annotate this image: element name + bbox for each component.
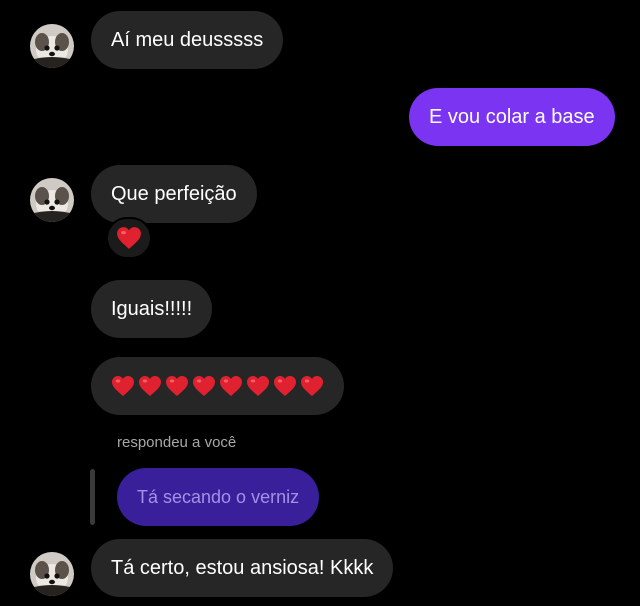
red-heart-icon (139, 376, 161, 396)
contact-avatar[interactable] (30, 24, 74, 68)
message-received[interactable]: Que perfeição (91, 165, 257, 223)
hearts-row (111, 375, 324, 397)
message-text: Iguais!!!!! (111, 298, 193, 320)
red-heart-icon (193, 376, 215, 396)
red-heart-icon (166, 376, 188, 396)
reply-indicator-bar (90, 469, 95, 525)
message-text: Aí meu deusssss (111, 29, 264, 51)
reaction-badge[interactable] (106, 217, 152, 259)
message-hearts[interactable] (91, 357, 344, 415)
quoted-text: Tá secando o verniz (137, 487, 300, 507)
contact-avatar[interactable] (30, 552, 74, 596)
message-text: E vou colar a base (429, 106, 595, 128)
message-text: Que perfeição (111, 183, 237, 205)
red-heart-icon (301, 376, 323, 396)
message-received[interactable]: Aí meu deusssss (91, 11, 284, 69)
message-text: Tá certo, estou ansiosa! Kkkk (111, 557, 374, 579)
red-heart-icon (220, 376, 242, 396)
red-heart-icon (112, 376, 134, 396)
red-heart-icon (247, 376, 269, 396)
quoted-message[interactable]: Tá secando o verniz (117, 468, 320, 526)
message-received[interactable]: Tá certo, estou ansiosa! Kkkk (91, 539, 394, 597)
contact-avatar[interactable] (30, 178, 74, 222)
reply-label: respondeu a você (117, 434, 237, 451)
red-heart-icon (117, 227, 141, 249)
red-heart-icon (274, 376, 296, 396)
message-received[interactable]: Iguais!!!!! (91, 280, 213, 338)
message-sent[interactable]: E vou colar a base (409, 88, 615, 146)
